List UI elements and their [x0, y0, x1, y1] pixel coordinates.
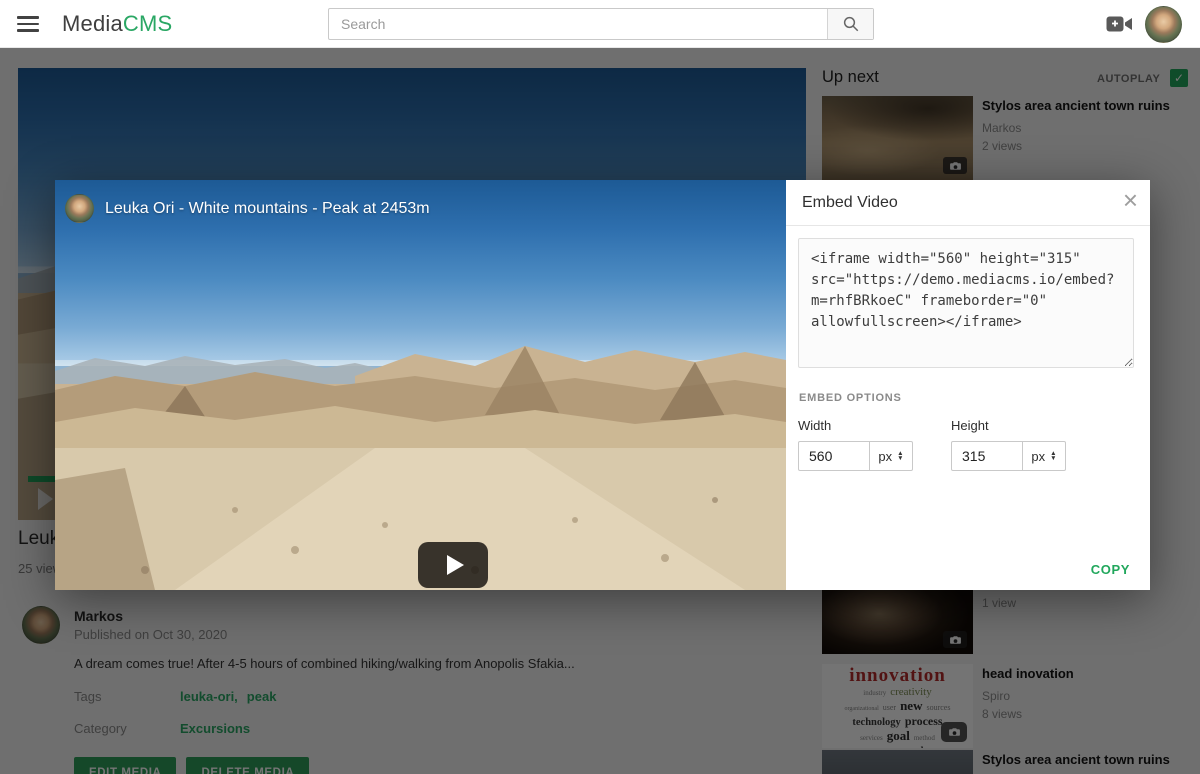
preview-video-title: Leuka Ori - White mountains - Peak at 24… — [105, 200, 430, 218]
search-input[interactable] — [329, 9, 827, 39]
preview-title-row: Leuka Ori - White mountains - Peak at 24… — [65, 194, 430, 223]
unit-label: px — [1031, 449, 1045, 464]
embed-video-dialog: Leuka Ori - White mountains - Peak at 24… — [55, 180, 1150, 590]
upload-media-button[interactable] — [1106, 15, 1133, 33]
height-field[interactable] — [951, 441, 1023, 471]
width-label: Width — [798, 418, 913, 433]
height-unit-select[interactable]: px ▲▼ — [1023, 441, 1066, 471]
logo-media: Media — [62, 11, 123, 36]
user-avatar[interactable] — [1145, 6, 1182, 43]
width-group: Width px ▲▼ — [798, 418, 913, 471]
unit-label: px — [878, 449, 892, 464]
channel-avatar[interactable] — [65, 194, 94, 223]
width-unit-select[interactable]: px ▲▼ — [870, 441, 913, 471]
top-header: MediaCMS — [0, 0, 1200, 48]
height-group: Height px ▲▼ — [951, 418, 1066, 471]
logo[interactable]: MediaCMS — [62, 11, 172, 37]
search-button[interactable] — [827, 9, 873, 39]
search-box — [328, 8, 874, 40]
embed-options-label: EMBED OPTIONS — [799, 392, 902, 404]
spinner-arrows-icon[interactable]: ▲▼ — [1050, 451, 1056, 461]
search-icon — [842, 15, 860, 33]
videocam-plus-icon — [1106, 15, 1133, 33]
mediacms-app: Leuka Ori - White mountains - Peak at 24… — [0, 0, 1200, 774]
play-button[interactable] — [418, 542, 488, 588]
dialog-title: Embed Video — [802, 194, 898, 212]
logo-cms: CMS — [123, 11, 173, 36]
embed-panel: Embed Video × <iframe width="560" height… — [786, 180, 1150, 590]
play-icon — [447, 555, 464, 575]
mountain-scene-graphic — [55, 180, 786, 590]
copy-button[interactable]: COPY — [1091, 562, 1130, 577]
menu-icon[interactable] — [17, 16, 39, 32]
video-preview[interactable]: Leuka Ori - White mountains - Peak at 24… — [55, 180, 786, 590]
dialog-divider — [786, 225, 1150, 226]
spinner-arrows-icon[interactable]: ▲▼ — [897, 451, 903, 461]
close-icon[interactable]: × — [1123, 184, 1138, 218]
embed-code-textarea[interactable]: <iframe width="560" height="315" src="ht… — [798, 238, 1134, 368]
width-field[interactable] — [798, 441, 870, 471]
height-label: Height — [951, 418, 1066, 433]
